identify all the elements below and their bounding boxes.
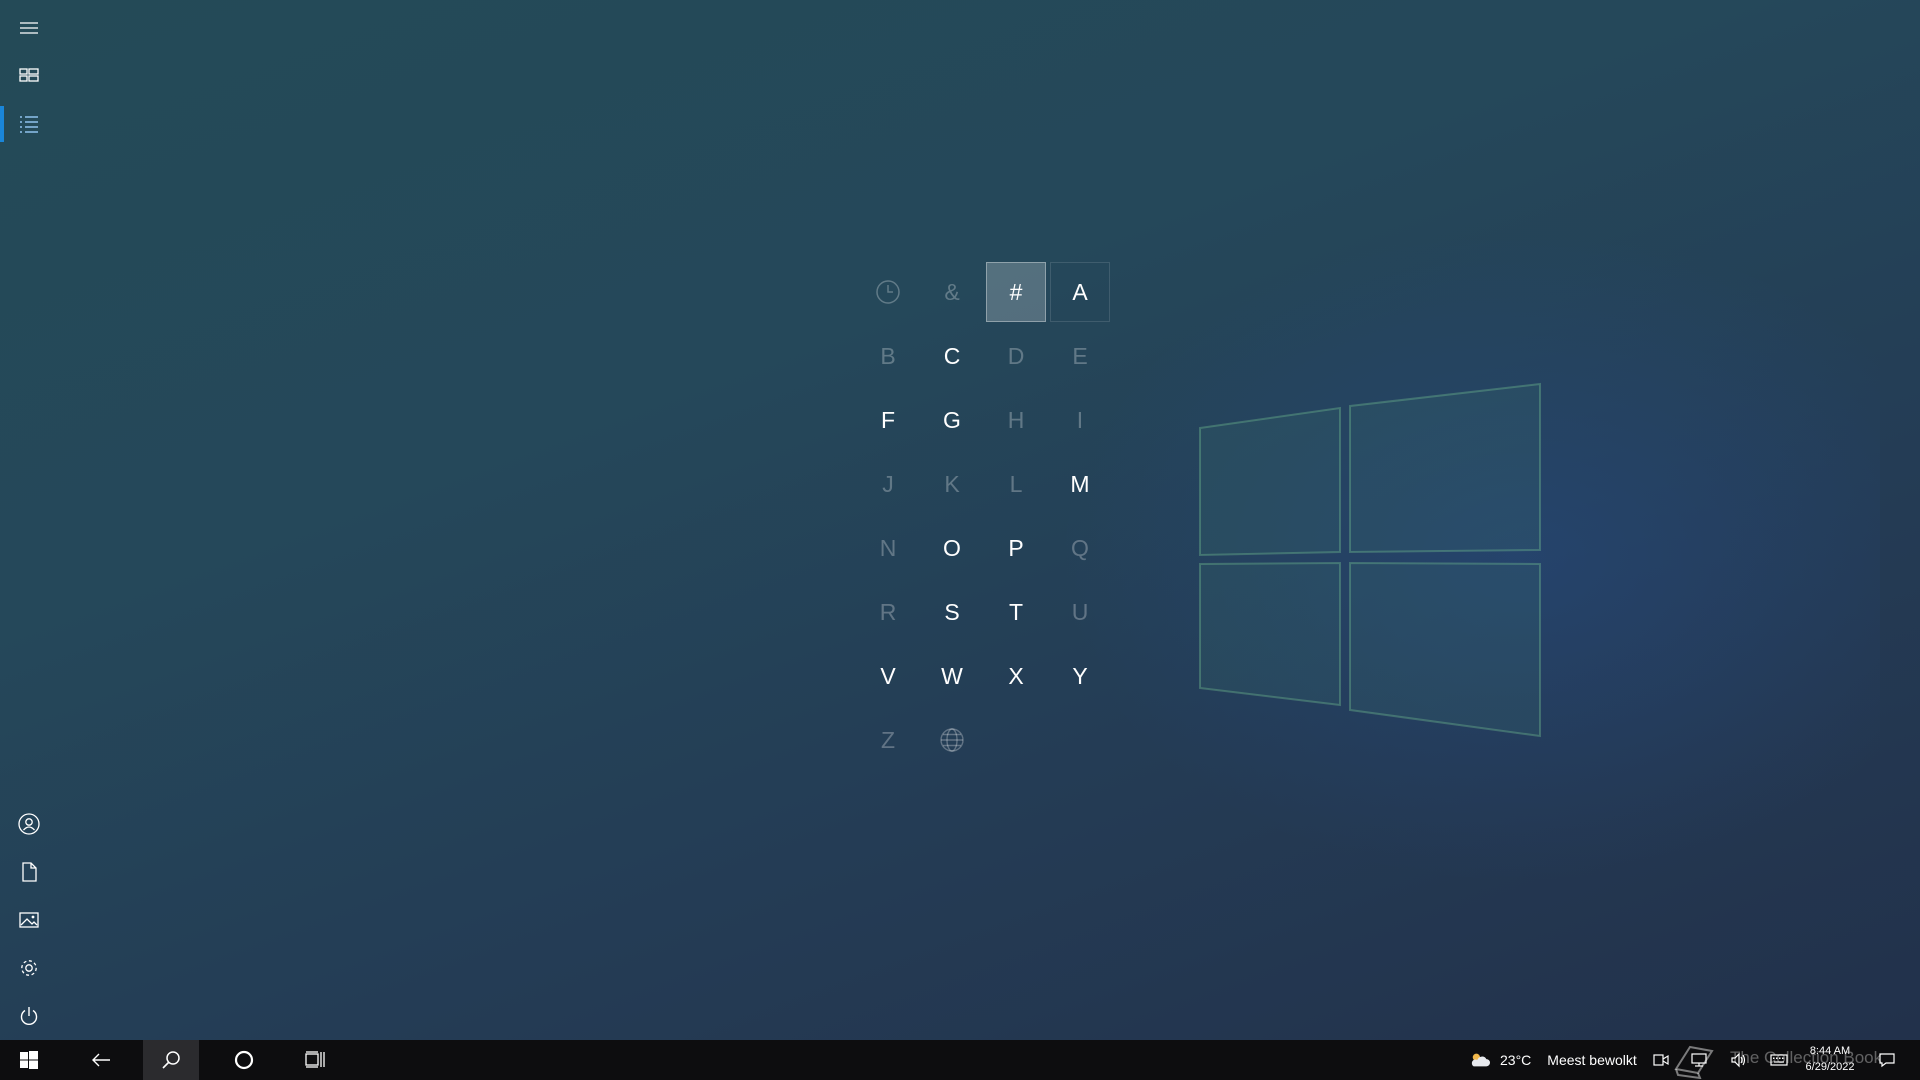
jump-list-letter-z: Z <box>880 726 896 753</box>
jump-list-letter-o[interactable]: O <box>922 518 982 578</box>
user-account-button[interactable] <box>0 801 58 847</box>
tiles-view-button[interactable] <box>0 52 58 98</box>
jump-list-letter-a[interactable]: A <box>1050 262 1110 322</box>
jump-list-letter-f[interactable]: F <box>858 390 918 450</box>
jump-list-letter-h: H <box>1007 406 1025 433</box>
pictures-icon <box>19 912 39 928</box>
jump-list-letter-y[interactable]: Y <box>1050 646 1110 706</box>
jump-list-clock-cell <box>858 262 918 322</box>
globe-icon <box>940 728 964 752</box>
tray-keyboard-button[interactable] <box>1768 1049 1790 1071</box>
weather-description: Meest bewolkt <box>1547 1052 1637 1068</box>
watermark-book-icon <box>1674 1045 1714 1079</box>
jump-list-letter-k: K <box>944 470 960 497</box>
windows-start-icon <box>20 1051 38 1069</box>
action-center-button[interactable] <box>1876 1049 1898 1071</box>
pictures-button[interactable] <box>0 897 58 943</box>
clock-time: 8:44 AM <box>1809 1045 1851 1057</box>
task-view-button[interactable] <box>286 1040 344 1080</box>
search-button[interactable] <box>143 1040 199 1080</box>
windows-logo-background <box>1199 382 1541 738</box>
documents-button[interactable] <box>0 849 58 895</box>
hamburger-menu-icon <box>20 22 38 34</box>
tray-volume-button[interactable] <box>1728 1049 1750 1071</box>
taskbar: 23°C Meest bewolkt The Collection Book 8… <box>0 1040 1920 1080</box>
taskbar-clock[interactable]: 8:44 AM 6/29/2022 <box>1800 1043 1860 1075</box>
back-arrow-icon <box>92 1053 110 1067</box>
jump-list-letter-g[interactable]: G <box>922 390 982 450</box>
jump-list-globe-cell <box>922 710 982 770</box>
jump-list-letter-p[interactable]: P <box>986 518 1046 578</box>
tiles-view-icon <box>19 68 39 82</box>
settings-gear-icon <box>21 960 37 976</box>
cortana-circle-icon <box>234 1050 254 1070</box>
jump-list-letter-d: D <box>1007 342 1025 369</box>
hamburger-menu-button[interactable] <box>0 5 58 51</box>
jump-list-letter-u: U <box>1071 598 1089 625</box>
search-icon <box>162 1051 180 1069</box>
jump-list-letter-n: N <box>879 534 897 561</box>
jump-list-letter-hash[interactable]: # <box>986 262 1046 322</box>
all-apps-list-button[interactable] <box>0 101 58 147</box>
jump-list-letter-w[interactable]: W <box>922 646 982 706</box>
power-button[interactable] <box>0 993 58 1039</box>
jump-list-letter-e: E <box>1072 342 1088 369</box>
cortana-button[interactable] <box>215 1040 273 1080</box>
start-button[interactable] <box>0 1040 58 1080</box>
documents-icon <box>22 862 37 882</box>
clock-date: 6/29/2022 <box>1805 1061 1855 1073</box>
jump-list-letter-r: R <box>879 598 897 625</box>
all-apps-list-icon <box>20 116 38 133</box>
jump-list-letter-j: J <box>882 470 894 497</box>
jump-list-letter-t[interactable]: T <box>986 582 1046 642</box>
jump-list-letter-i: I <box>1076 406 1084 433</box>
jump-list-letter-l: L <box>1009 470 1023 497</box>
weather-temperature: 23°C <box>1500 1052 1532 1068</box>
jump-list-letter-q: Q <box>1071 534 1089 561</box>
jump-list-letter-x[interactable]: X <box>986 646 1046 706</box>
clock-icon <box>876 280 900 304</box>
user-account-icon <box>18 813 40 835</box>
jump-list-letter-b: B <box>880 342 896 369</box>
weather-widget[interactable]: 23°C Meest bewolkt <box>1468 1040 1637 1080</box>
alphabet-jump-list: & # A B C D E F G H I J K L M N O P Q R S T U V W X Y Z <box>858 262 1118 762</box>
jump-list-letter-s[interactable]: S <box>922 582 982 642</box>
task-view-icon <box>305 1051 325 1068</box>
settings-button[interactable] <box>0 945 58 991</box>
jump-list-letter-ampersand: & <box>944 278 960 305</box>
start-left-rail <box>0 0 58 1040</box>
jump-list-letter-c[interactable]: C <box>922 326 982 386</box>
cloudy-weather-icon <box>1471 1053 1490 1067</box>
power-icon <box>20 1007 38 1025</box>
volume-icon <box>1731 1052 1746 1068</box>
jump-list-letter-v[interactable]: V <box>858 646 918 706</box>
notification-icon <box>1879 1053 1895 1068</box>
back-button[interactable] <box>72 1040 130 1080</box>
jump-list-letter-m[interactable]: M <box>1050 454 1110 514</box>
keyboard-icon <box>1770 1054 1788 1066</box>
